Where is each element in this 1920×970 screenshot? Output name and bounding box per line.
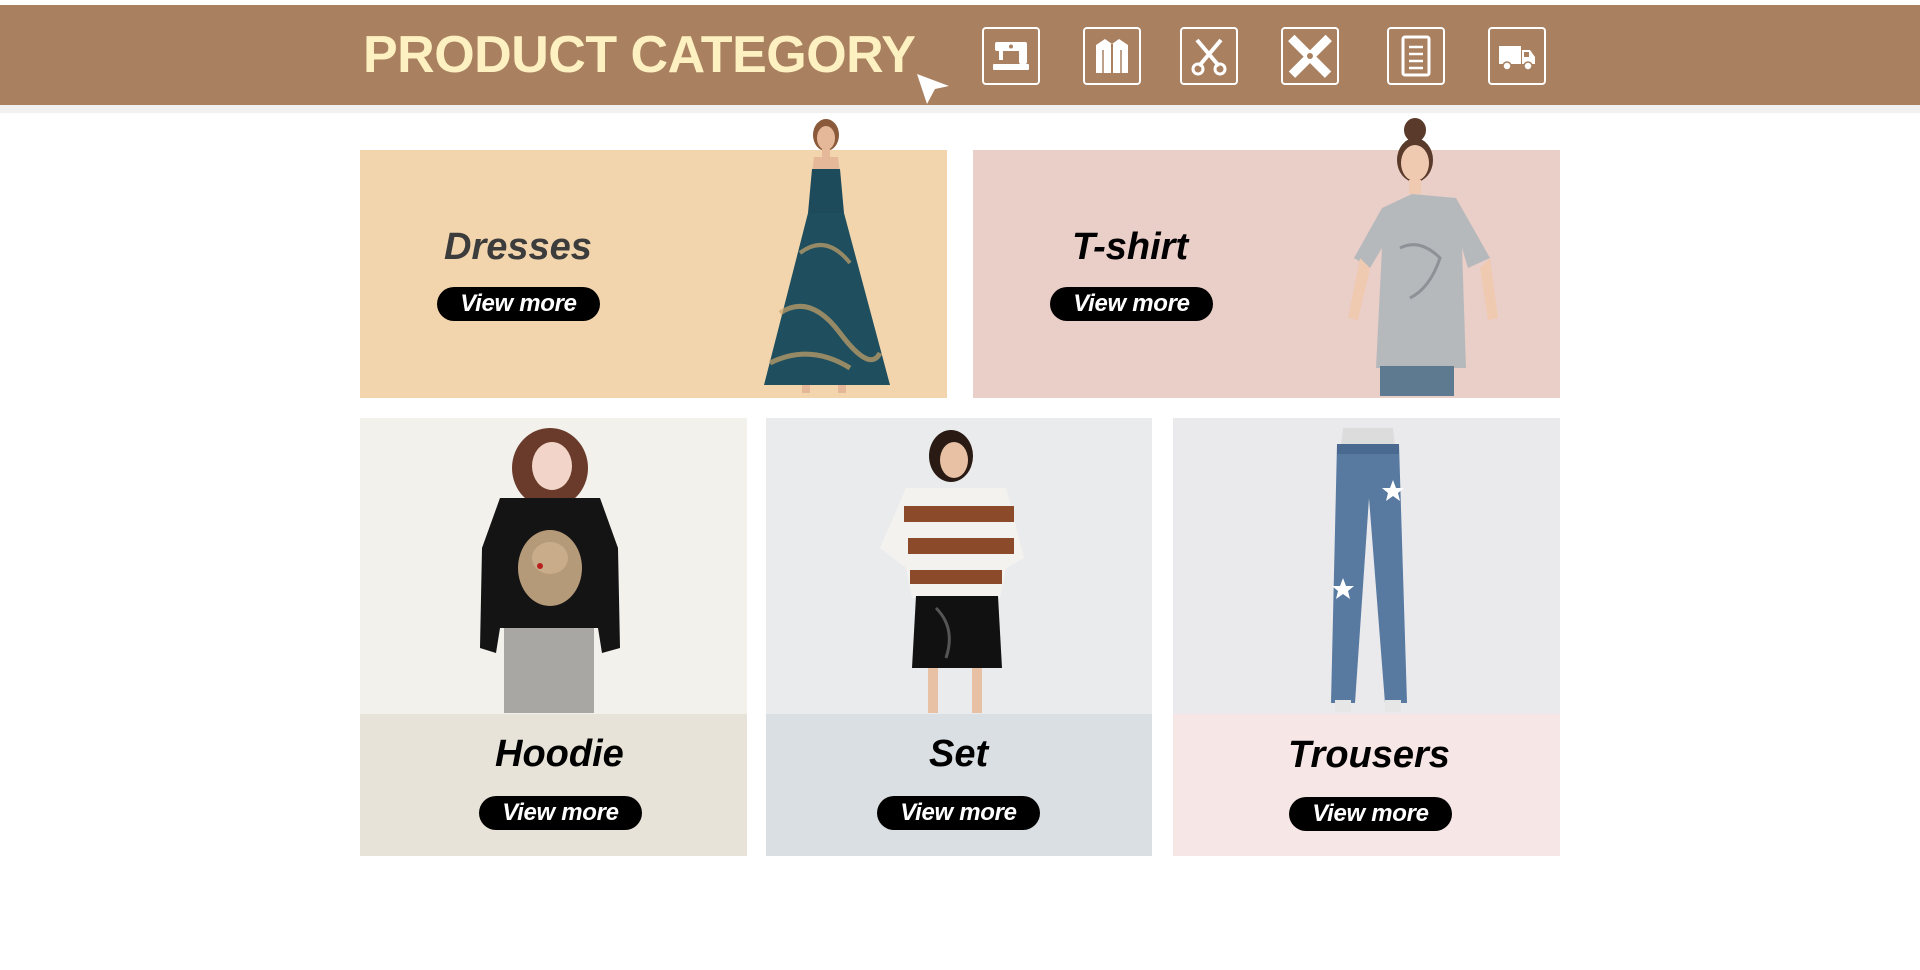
set-title: Set	[929, 733, 989, 775]
delivery-truck-icon-graphic	[1499, 46, 1535, 71]
jeans-product-photo	[1331, 428, 1407, 712]
trousers-card[interactable]: Trousers View more	[1173, 418, 1560, 856]
hoodie-title: Hoodie	[495, 733, 624, 775]
header-banner	[0, 5, 1920, 105]
dresses-title: Dresses	[444, 226, 592, 268]
trousers-title: Trousers	[1288, 734, 1450, 776]
header-divider	[0, 105, 1920, 113]
page-title: PRODUCT CATEGORY	[363, 26, 916, 84]
tshirt-title: T-shirt	[1072, 226, 1189, 268]
sewing-machine-icon[interactable]	[982, 27, 1040, 85]
tshirt-model-photo	[1348, 118, 1498, 396]
scissors-icon-graphic	[1191, 38, 1227, 76]
document-icon-graphic	[1401, 35, 1431, 77]
hoodie-model-photo	[480, 428, 620, 713]
document-icon[interactable]	[1387, 27, 1445, 85]
delivery-truck-icon[interactable]	[1488, 27, 1546, 85]
hoodie-card[interactable]: Hoodie View more	[360, 418, 747, 856]
dress-model-photo	[764, 119, 890, 393]
trousers-view-more-button[interactable]: View more	[1289, 797, 1452, 831]
jacket-icon[interactable]	[1083, 27, 1141, 85]
dresses-view-more-button[interactable]: View more	[437, 287, 600, 321]
pointer-arrow-icon	[917, 74, 949, 104]
set-card[interactable]: Set View more	[766, 418, 1152, 856]
hoodie-view-more-button[interactable]: View more	[479, 796, 642, 830]
ruler-pencil-icon-graphic	[1288, 34, 1332, 78]
set-model-photo	[880, 430, 1024, 713]
jacket-icon-graphic	[1096, 39, 1128, 73]
sewing-machine-icon-graphic	[993, 42, 1029, 70]
tshirt-view-more-button[interactable]: View more	[1050, 287, 1213, 321]
ruler-pencil-icon[interactable]	[1281, 27, 1339, 85]
scissors-icon[interactable]	[1180, 27, 1238, 85]
set-view-more-button[interactable]: View more	[877, 796, 1040, 830]
